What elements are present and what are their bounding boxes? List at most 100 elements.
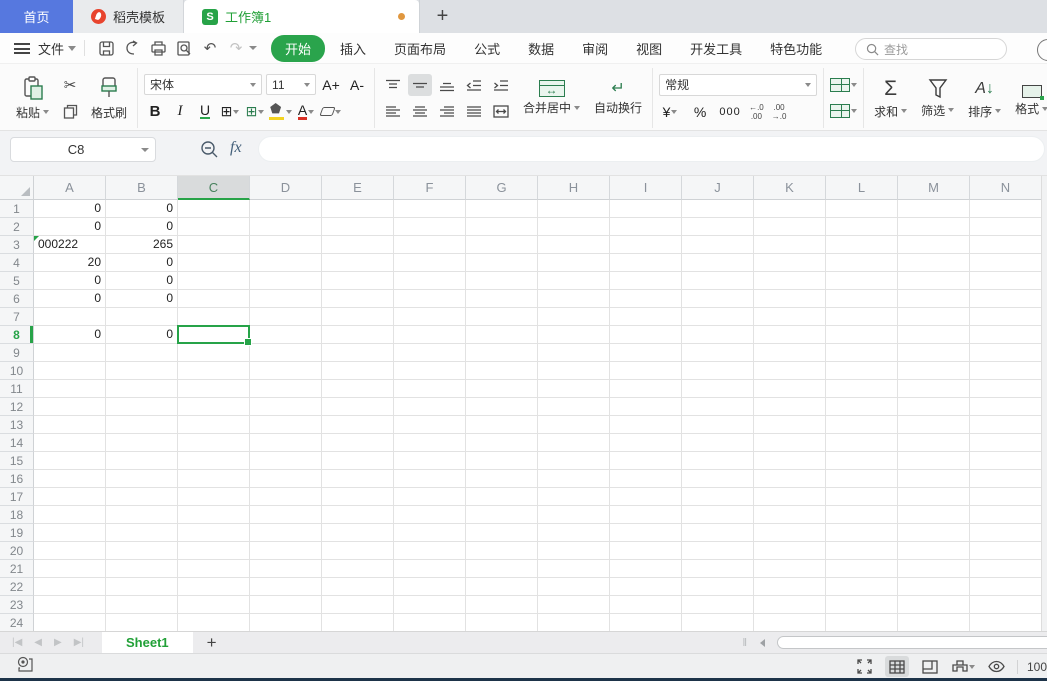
scroll-left-arrow-icon[interactable]	[760, 639, 765, 647]
format-painter-button[interactable]: 格式刷	[87, 69, 131, 127]
split-handle-icon[interactable]: ‖	[742, 637, 747, 649]
increase-decimal-button[interactable]: ←.0.00	[749, 103, 764, 121]
menu-tab[interactable]: 特色功能	[757, 36, 835, 61]
row-header-7[interactable]: 7	[0, 308, 34, 326]
sheet-nav-arrow[interactable]: |◀	[12, 637, 22, 648]
row-header-15[interactable]: 15	[0, 452, 34, 470]
tab-docer-templates[interactable]: 稻壳模板	[73, 0, 185, 33]
increase-indent-button[interactable]	[489, 74, 513, 96]
column-header-K[interactable]: K	[754, 176, 826, 200]
active-cell-selection[interactable]	[177, 325, 252, 346]
row-header-4[interactable]: 4	[0, 254, 34, 272]
paste-button[interactable]: 粘贴	[12, 69, 53, 127]
clear-format-button[interactable]	[319, 101, 342, 123]
menu-tab[interactable]: 开始	[271, 34, 326, 62]
column-header-H[interactable]: H	[538, 176, 610, 200]
formula-input[interactable]	[258, 136, 1045, 162]
align-left-button[interactable]	[381, 100, 405, 122]
cell-A5[interactable]: 0	[34, 272, 106, 290]
filter-button[interactable]: 筛选	[917, 69, 958, 127]
align-center-button[interactable]	[408, 100, 432, 122]
menu-tab[interactable]: 页面布局	[381, 36, 459, 61]
add-sheet-button[interactable]: +	[207, 633, 217, 653]
row-header-8[interactable]: 8	[0, 326, 34, 344]
borders-button[interactable]: ⊞	[219, 101, 241, 123]
row-header-22[interactable]: 22	[0, 578, 34, 596]
insert-function-button[interactable]: fx	[230, 139, 242, 157]
cell-style-button[interactable]	[830, 100, 858, 122]
row-header-19[interactable]: 19	[0, 524, 34, 542]
cell-B6[interactable]: 0	[106, 290, 178, 308]
row-header-13[interactable]: 13	[0, 416, 34, 434]
column-header-I[interactable]: I	[610, 176, 682, 200]
number-format-select[interactable]: 常规	[659, 73, 818, 96]
column-header-L[interactable]: L	[826, 176, 898, 200]
cell-B2[interactable]: 0	[106, 218, 178, 236]
row-header-16[interactable]: 16	[0, 470, 34, 488]
cell-A1[interactable]: 0	[34, 200, 106, 218]
row-header-5[interactable]: 5	[0, 272, 34, 290]
menu-tab[interactable]: 插入	[327, 36, 379, 61]
cut-button[interactable]: ✂	[59, 74, 81, 96]
row-header-1[interactable]: 1	[0, 200, 34, 218]
row-header-14[interactable]: 14	[0, 434, 34, 452]
sheet-nav-arrow[interactable]: ▶|	[74, 637, 84, 648]
font-name-select[interactable]: 宋体	[144, 74, 263, 95]
column-header-M[interactable]: M	[898, 176, 970, 200]
fill-color-button[interactable]	[269, 101, 293, 123]
row-header-3[interactable]: 3	[0, 236, 34, 254]
font-color-button[interactable]: A	[295, 101, 317, 123]
page-layout-view-button[interactable]	[951, 656, 975, 677]
normal-view-button[interactable]	[885, 656, 909, 677]
avatar-icon[interactable]	[1037, 39, 1047, 61]
grid-body[interactable]: 0 0 0 0 000222 265 20 0 0 0 0 0 0 0	[0, 200, 1041, 631]
underline-button[interactable]: U	[194, 101, 216, 123]
cell-B8[interactable]: 0	[106, 326, 178, 344]
column-header-B[interactable]: B	[106, 176, 178, 200]
cell-A2[interactable]: 0	[34, 218, 106, 236]
cell-B5[interactable]: 0	[106, 272, 178, 290]
decrease-decimal-button[interactable]: .00 →.0	[772, 103, 787, 121]
row-header-6[interactable]: 6	[0, 290, 34, 308]
row-header-17[interactable]: 17	[0, 488, 34, 506]
cell-A4[interactable]: 20	[34, 254, 106, 272]
export-button[interactable]	[119, 36, 145, 60]
comma-style-button[interactable]: 000	[719, 101, 741, 123]
sheet-nav-arrow[interactable]: ▶	[54, 637, 62, 648]
justify-button[interactable]	[462, 100, 486, 122]
page-break-view-button[interactable]	[918, 656, 942, 677]
column-header-E[interactable]: E	[322, 176, 394, 200]
italic-button[interactable]: I	[169, 101, 191, 123]
row-header-21[interactable]: 21	[0, 560, 34, 578]
cell-A6[interactable]: 0	[34, 290, 106, 308]
row-header-24[interactable]: 24	[0, 614, 34, 631]
column-header-J[interactable]: J	[682, 176, 754, 200]
menu-tab[interactable]: 视图	[623, 36, 675, 61]
select-all-corner[interactable]	[0, 176, 34, 200]
row-header-18[interactable]: 18	[0, 506, 34, 524]
cell-A8[interactable]: 0	[34, 326, 106, 344]
print-button[interactable]	[145, 36, 171, 60]
align-right-button[interactable]	[435, 100, 459, 122]
row-header-10[interactable]: 10	[0, 362, 34, 380]
cell-B3[interactable]: 265	[106, 236, 178, 254]
grow-font-button[interactable]: A+	[320, 74, 342, 96]
menu-tab[interactable]: 数据	[515, 36, 567, 61]
row-header-2[interactable]: 2	[0, 218, 34, 236]
column-header-A[interactable]: A	[34, 176, 106, 200]
decrease-indent-button[interactable]	[462, 74, 486, 96]
currency-button[interactable]: ¥	[659, 101, 681, 123]
redo-button[interactable]: ↷	[223, 36, 249, 60]
row-header-20[interactable]: 20	[0, 542, 34, 560]
vertical-scrollbar[interactable]	[1041, 176, 1047, 631]
new-tab-button[interactable]: +	[419, 0, 466, 33]
fullscreen-button[interactable]	[852, 656, 876, 677]
align-bottom-button[interactable]	[435, 74, 459, 96]
save-button[interactable]	[93, 36, 119, 60]
horizontal-scrollbar[interactable]	[777, 636, 1047, 649]
cell-A3[interactable]: 000222	[34, 236, 106, 254]
sort-button[interactable]: A↓ 排序	[964, 69, 1005, 127]
percent-button[interactable]: %	[689, 101, 711, 123]
sheet-tab-sheet1[interactable]: Sheet1	[102, 631, 193, 654]
print-preview-button[interactable]	[171, 36, 197, 60]
